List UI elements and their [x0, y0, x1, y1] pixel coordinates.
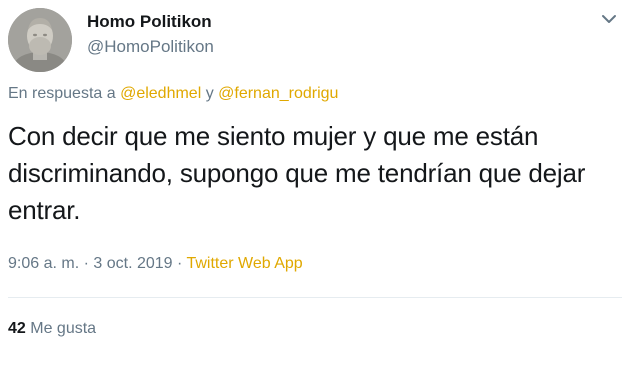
- meta-separator: ·: [172, 255, 187, 272]
- author-display-name[interactable]: Homo Politikon: [87, 12, 212, 32]
- tweet-time[interactable]: 9:06 a. m.: [8, 255, 79, 272]
- reply-prefix: En respuesta a: [8, 85, 121, 102]
- likes-label: Me gusta: [25, 320, 97, 337]
- author-handle[interactable]: @HomoPolitikon: [87, 37, 214, 57]
- tweet-source-link[interactable]: Twitter Web App: [186, 255, 302, 272]
- mention-link-eledhmel[interactable]: @eledhmel: [120, 85, 201, 102]
- bust-portrait-icon: [8, 8, 72, 72]
- reply-context: En respuesta a @eledhmel y @fernan_rodri…: [8, 85, 338, 103]
- tweet-text: Con decir que me siento mujer y que me e…: [8, 121, 586, 225]
- mention-link-fernan-rodrigu[interactable]: @fernan_rodrigu: [218, 85, 338, 102]
- avatar[interactable]: [8, 8, 72, 72]
- meta-separator: ·: [79, 255, 94, 272]
- chevron-down-icon[interactable]: [600, 12, 618, 26]
- tweet-meta: 9:06 a. m. · 3 oct. 2019 · Twitter Web A…: [8, 255, 303, 273]
- tweet-date[interactable]: 3 oct. 2019: [93, 255, 172, 272]
- divider: [8, 297, 622, 298]
- tweet-card: Homo Politikon @HomoPolitikon En respues…: [0, 0, 630, 371]
- likes-stat[interactable]: 42 Me gusta: [8, 320, 96, 338]
- likes-count: 42: [8, 320, 26, 337]
- reply-joiner: y: [201, 85, 219, 102]
